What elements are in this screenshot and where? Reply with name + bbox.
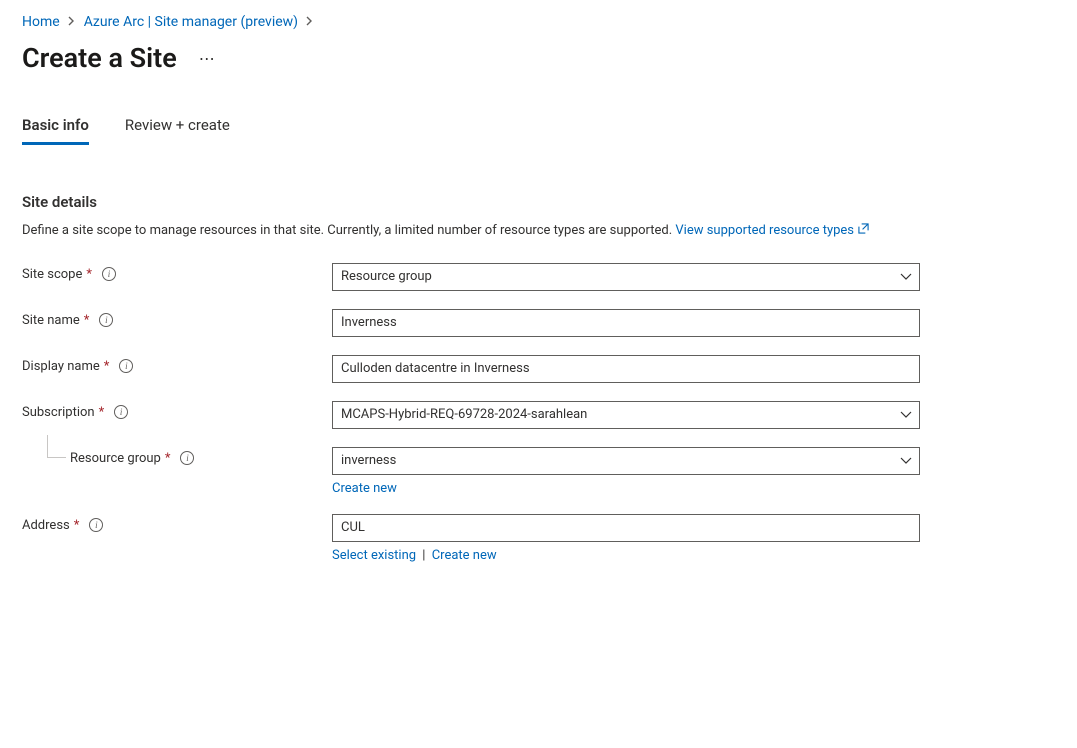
breadcrumb: Home Azure Arc | Site manager (preview) (22, 14, 1055, 30)
label-site-scope: Site scope (22, 267, 82, 282)
site-name-input[interactable] (332, 309, 920, 337)
info-icon[interactable]: i (102, 267, 116, 281)
info-icon[interactable]: i (180, 451, 194, 465)
label-display-name: Display name (22, 359, 100, 374)
resource-group-select[interactable]: inverness (332, 447, 920, 475)
display-name-input[interactable] (332, 355, 920, 383)
breadcrumb-arc[interactable]: Azure Arc | Site manager (preview) (84, 14, 298, 30)
rg-create-new-link[interactable]: Create new (332, 481, 397, 496)
info-icon[interactable]: i (119, 359, 133, 373)
label-address: Address (22, 518, 70, 533)
chevron-right-icon (68, 14, 76, 30)
tab-basic-info[interactable]: Basic info (22, 116, 89, 145)
required-marker: * (74, 518, 80, 533)
chevron-right-icon (306, 14, 314, 30)
tab-review-create[interactable]: Review + create (125, 116, 230, 145)
subscription-select[interactable]: MCAPS-Hybrid-REQ-69728-2024-sarahlean (332, 401, 920, 429)
row-site-scope: Site scope * i Resource group (22, 263, 1055, 291)
more-icon[interactable]: ⋯ (195, 45, 221, 72)
required-marker: * (104, 359, 110, 374)
page-title-row: Create a Site ⋯ (22, 42, 1055, 74)
row-address: Address * i Select existing | Create new (22, 514, 1055, 563)
address-create-new-link[interactable]: Create new (432, 548, 497, 563)
required-marker: * (84, 313, 90, 328)
required-marker: * (86, 267, 92, 282)
info-icon[interactable]: i (99, 313, 113, 327)
label-resource-group: Resource group (70, 451, 161, 466)
section-description: Define a site scope to manage resources … (22, 221, 1017, 241)
required-marker: * (165, 451, 171, 466)
label-site-name: Site name (22, 313, 80, 328)
row-subscription: Subscription * i MCAPS-Hybrid-REQ-69728-… (22, 401, 1055, 429)
required-marker: * (99, 405, 105, 420)
page-title: Create a Site (22, 42, 177, 74)
info-icon[interactable]: i (89, 518, 103, 532)
label-subscription: Subscription (22, 405, 95, 420)
section-title: Site details (22, 193, 1055, 211)
address-select-existing-link[interactable]: Select existing (332, 548, 416, 563)
row-display-name: Display name * i (22, 355, 1055, 383)
divider: | (422, 548, 425, 563)
site-scope-select[interactable]: Resource group (332, 263, 920, 291)
external-link-icon (858, 221, 869, 239)
breadcrumb-home[interactable]: Home (22, 14, 60, 30)
address-input[interactable] (332, 514, 920, 542)
row-site-name: Site name * i (22, 309, 1055, 337)
supported-types-link[interactable]: View supported resource types (675, 223, 869, 238)
tabs: Basic info Review + create (22, 116, 1055, 145)
info-icon[interactable]: i (114, 405, 128, 419)
section-description-text: Define a site scope to manage resources … (22, 223, 675, 238)
row-resource-group: Resource group * i inverness Create new (22, 447, 1055, 496)
